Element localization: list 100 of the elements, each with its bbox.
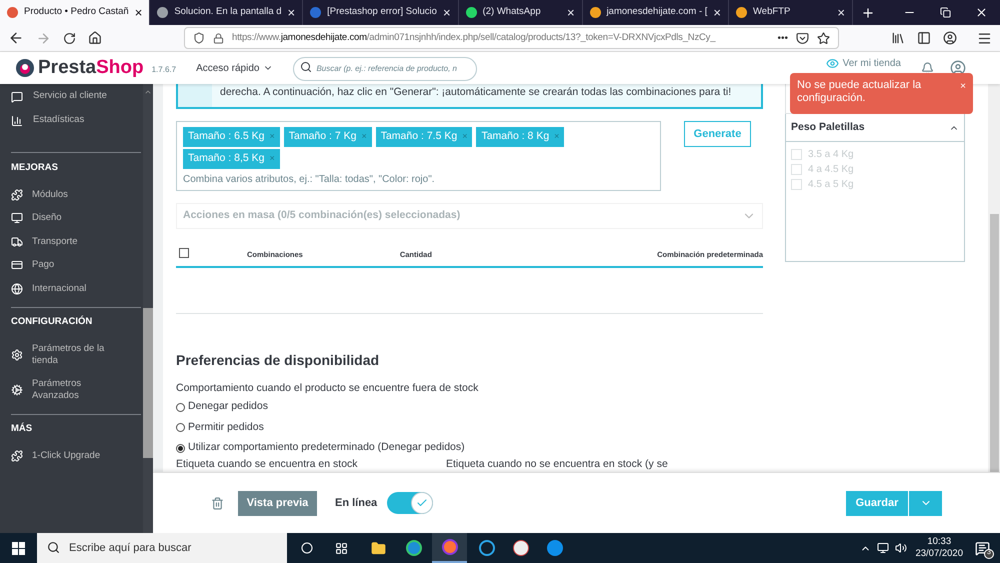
attribute-tag: Tamaño : 8,5 Kg × [183, 149, 280, 169]
field-label: Comportamiento cuando el producto se encuentre fuera de stock [176, 381, 480, 396]
online-toggle[interactable] [387, 492, 434, 514]
radio-option[interactable]: Denegar pedidos [176, 396, 763, 418]
version-text: 1.7.6.7 [152, 64, 176, 76]
back-icon[interactable] [8, 30, 24, 46]
chat-icon [11, 90, 23, 102]
url-text: https://www.jamonesdehijate.com/admin071nsjnhh/index.php/sell/catalog/products/13?_token=V-DRXNVjcxPdls_NzCy_ [232, 30, 717, 45]
online-label: En línea [335, 496, 378, 511]
browser-icon[interactable] [432, 533, 467, 563]
close-icon[interactable]: × [837, 6, 846, 19]
close-icon[interactable]: × [442, 6, 451, 19]
close-icon[interactable]: × [960, 79, 966, 94]
puzzle-icon [11, 450, 23, 462]
tab-title: [Prestashop error] Solucio [327, 5, 437, 20]
preview-button[interactable]: Vista previa [238, 490, 317, 516]
task-view-icon[interactable] [335, 542, 348, 554]
folder-icon[interactable] [371, 540, 386, 556]
close-icon[interactable] [975, 6, 988, 19]
attribute-tag: Tamaño : 7 Kg × [284, 127, 372, 147]
home-icon[interactable] [88, 31, 102, 45]
new-tab-icon[interactable] [861, 6, 876, 20]
trash-icon[interactable] [211, 496, 224, 510]
circle-icon[interactable] [301, 542, 313, 554]
account-icon[interactable] [943, 31, 957, 45]
attribute-tag: Tamaño : 7.5 Kg × [376, 127, 472, 147]
avatar-icon[interactable] [950, 60, 966, 76]
select-all-checkbox[interactable] [179, 248, 189, 258]
logo-icon [16, 59, 34, 77]
tab-title: Solucion. En la pantalla d [174, 5, 282, 20]
browser-tab[interactable]: (2) WhatsApp × [458, 0, 583, 25]
close-icon[interactable]: × [288, 6, 296, 19]
sidebar-item[interactable]: Pago [11, 254, 141, 277]
lock-icon [213, 32, 224, 44]
search-icon [47, 541, 60, 554]
close-icon[interactable]: × [566, 6, 575, 19]
sidebar-item[interactable]: Diseño [11, 206, 141, 230]
radio-button[interactable] [176, 402, 185, 412]
sidebar-item[interactable]: Servicio al cliente [0, 85, 143, 108]
sidebar-icon[interactable] [917, 31, 931, 45]
sidebar-item[interactable]: Parámetros Avanzados [11, 372, 141, 408]
tab-title: (2) WhatsApp [482, 5, 542, 20]
checkbox[interactable] [791, 164, 802, 175]
gear-icon [11, 349, 23, 361]
section-heading: MEJORAS [11, 160, 59, 175]
browser-tab[interactable]: Producto • Pedro Castañ × [0, 0, 150, 25]
checkbox[interactable] [791, 179, 802, 190]
scroll-up-icon[interactable] [144, 88, 152, 96]
section-title: Preferencias de disponibilidad [176, 351, 380, 370]
restore-icon[interactable] [940, 7, 951, 18]
bell-icon[interactable] [921, 62, 934, 74]
section-heading: CONFIGURACIÓN [11, 314, 94, 330]
radio-button[interactable] [176, 423, 185, 432]
chart-icon [11, 114, 23, 126]
radio-option[interactable]: Utilizar comportamiento predeterminado (Denegar pedidos) [176, 438, 763, 458]
store-link[interactable]: Ver mi tienda [842, 56, 901, 71]
sidebar-item[interactable]: Módulos [11, 183, 141, 206]
sidebar-item[interactable]: Estadísticas [0, 109, 143, 132]
library-icon[interactable] [891, 31, 905, 45]
shield-icon [193, 32, 205, 44]
truck-icon [11, 236, 23, 248]
sidebar-item[interactable]: Parámetros de la tienda [11, 338, 141, 372]
close-icon[interactable]: × [134, 6, 142, 19]
menu-icon[interactable] [977, 30, 992, 46]
close-icon[interactable]: × [713, 6, 722, 19]
windows-icon[interactable] [12, 542, 25, 554]
check-icon [416, 497, 428, 509]
panel-header[interactable]: Peso Paletillas [786, 114, 964, 142]
attribute-tag: Tamaño : 6.5 Kg × [183, 127, 280, 147]
info-text: derecha. A continuación, haz clic en "Generar": ¡automáticamente se crearán todas las combinaciones para ti! [219, 85, 732, 100]
sidebar-item[interactable]: 1-Click Upgrade [11, 444, 141, 468]
sidebar-item[interactable]: Transporte [11, 230, 141, 254]
info-icon-area [178, 84, 212, 107]
checkbox[interactable] [791, 149, 802, 160]
taskbar-search-field[interactable]: Escribe aquí para buscar [37, 533, 287, 563]
search-field[interactable]: Buscar (p. ej.: referencia de producto, n [293, 56, 478, 81]
section-heading: MÁS [11, 422, 34, 436]
browser-tab[interactable]: jamonesdehijate.com - [ × [582, 0, 730, 25]
radio-button[interactable] [176, 444, 185, 452]
attribute-tag: Tamaño : 8 Kg × [476, 127, 564, 147]
tab-title: Producto • Pedro Castañ [24, 5, 129, 20]
sidebar-scrollbar[interactable] [143, 84, 153, 533]
volume-icon[interactable] [895, 542, 908, 554]
monitor-icon [11, 212, 23, 224]
quick-access-button[interactable]: Acceso rápido [196, 60, 274, 76]
attribute-hint: Combina varios atributos, ej.: "Talla: todas", "Color: rojo". [183, 173, 436, 187]
reload-icon[interactable] [63, 32, 76, 44]
pocket-icon[interactable] [796, 32, 809, 44]
radio-option[interactable]: Permitir pedidos [176, 417, 763, 438]
bookmark-icon[interactable] [817, 32, 830, 44]
eye-icon [826, 57, 839, 70]
card-icon [11, 259, 23, 272]
address-bar[interactable]: https://www.jamonesdehijate.com/admin071nsjnhh/index.php/sell/catalog/products/13?_token=V-DRXNVjcxPdls_NzCy_ ••• [184, 27, 839, 49]
logo-text: PrestaShop [38, 56, 144, 80]
network-icon[interactable] [877, 542, 890, 554]
sidebar-item[interactable]: Internacional [11, 277, 141, 300]
tab-title: WebFTP [753, 5, 792, 20]
more-icon[interactable]: ••• [777, 30, 788, 46]
gear-icon [11, 384, 23, 396]
toast-message: No se puede actualizar la configuración. [797, 79, 922, 105]
